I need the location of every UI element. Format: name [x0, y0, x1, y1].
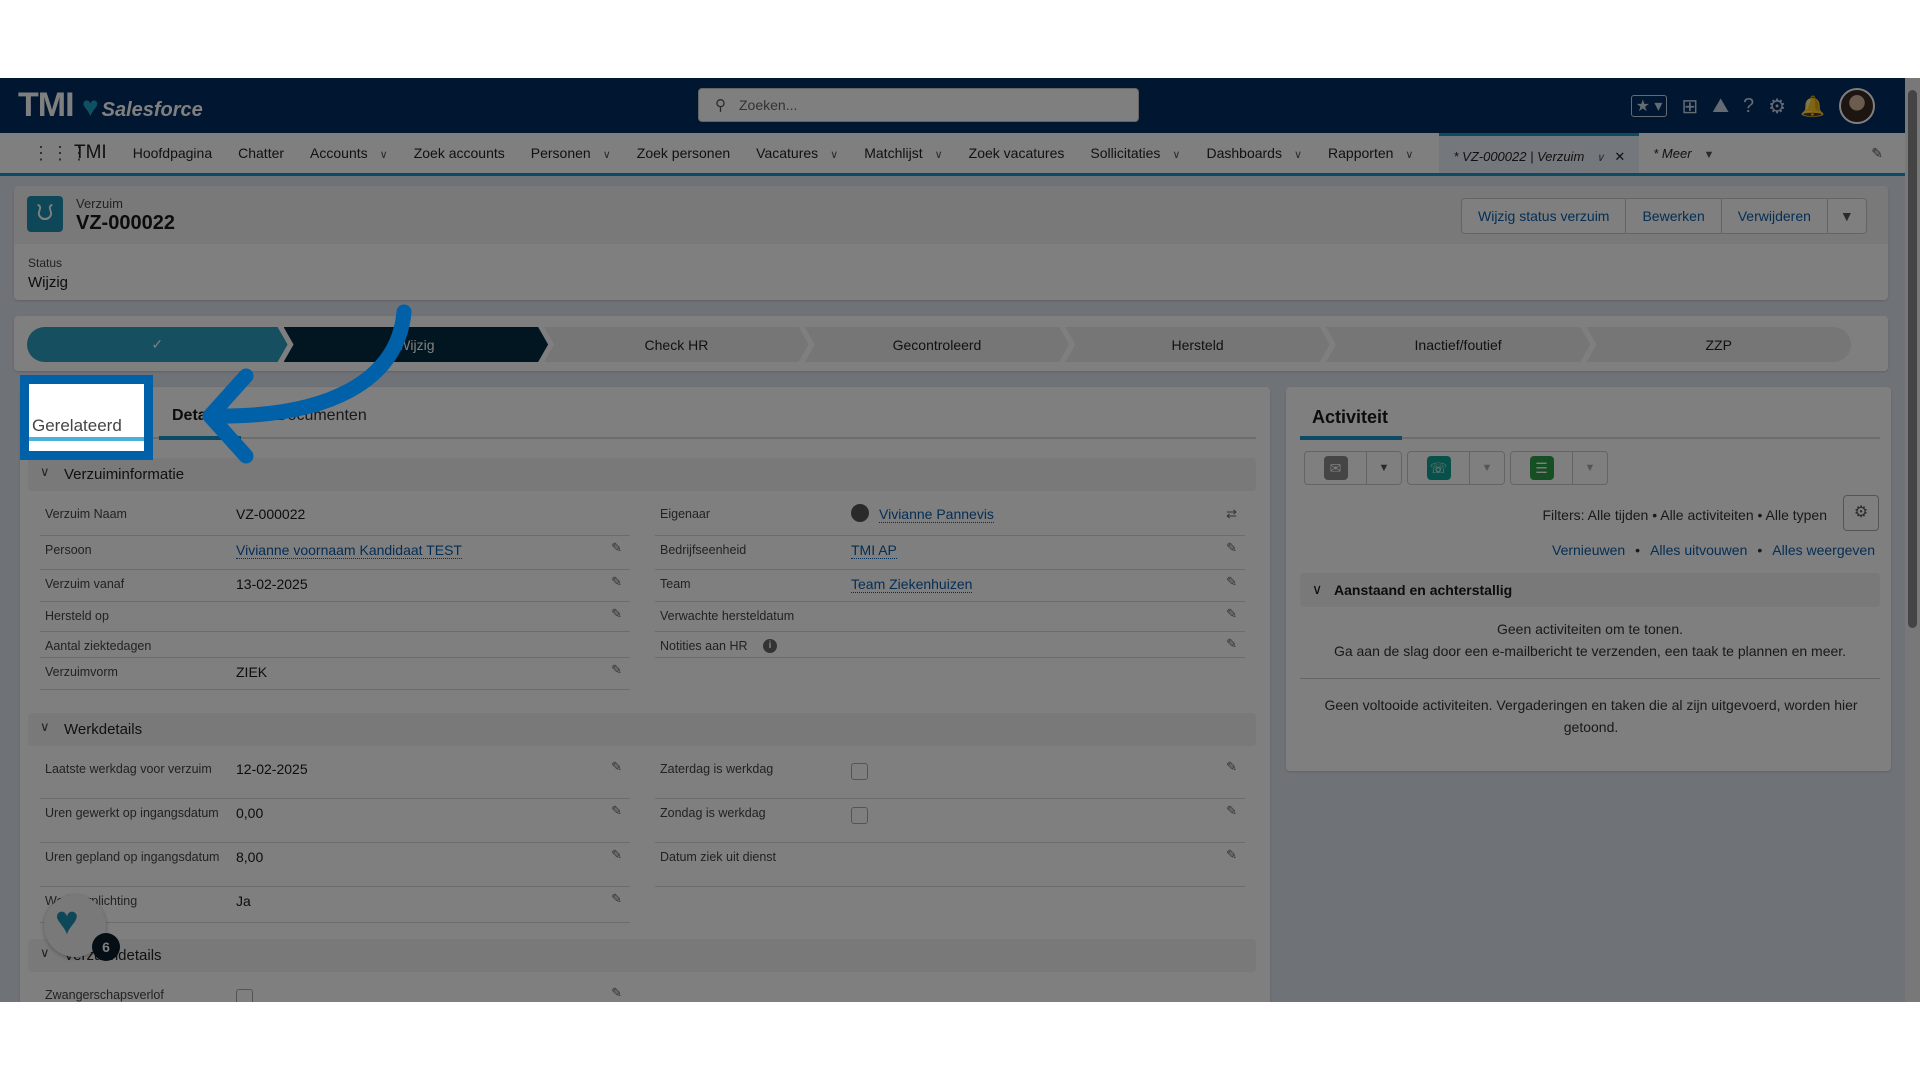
- tab-gerelateerd-underline: [29, 437, 144, 441]
- tab-gerelateerd[interactable]: Gerelateerd: [32, 416, 122, 436]
- highlight-gerelateerd-tab[interactable]: Gerelateerd: [20, 375, 153, 460]
- salesforce-app: TMI ♥Salesforce ⚲Zoeken... ★ ▾ ⊞ ⛰ ? ⚙ 🔔…: [0, 78, 1920, 1002]
- dim-overlay: [0, 78, 1920, 1002]
